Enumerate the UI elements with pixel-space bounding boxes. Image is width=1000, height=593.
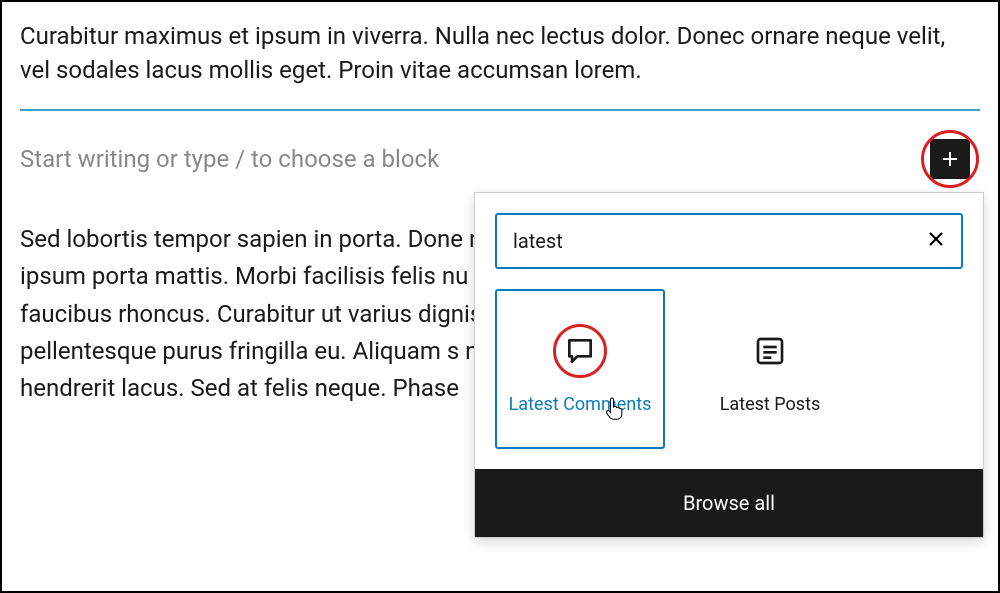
block-icon-wrap xyxy=(740,321,800,381)
browse-all-button[interactable]: Browse all xyxy=(475,469,983,537)
search-box xyxy=(495,213,963,269)
list-icon xyxy=(754,335,786,367)
search-row xyxy=(475,193,983,289)
block-label: Latest Posts xyxy=(720,393,821,416)
block-placeholder[interactable]: Start writing or type / to choose a bloc… xyxy=(20,145,439,173)
block-option-latest-posts[interactable]: Latest Posts xyxy=(685,289,855,449)
comment-icon xyxy=(564,335,596,367)
add-block-button[interactable] xyxy=(930,139,970,179)
empty-block-row: Start writing or type / to choose a bloc… xyxy=(20,111,980,199)
plus-icon xyxy=(938,147,962,171)
block-search-input[interactable] xyxy=(513,229,927,253)
clear-search-button[interactable] xyxy=(927,229,945,254)
block-icon-wrap xyxy=(550,321,610,381)
block-inserter-panel: Latest Comments Latest Posts Browse all xyxy=(474,192,984,538)
add-block-wrap xyxy=(920,129,980,189)
block-results: Latest Comments Latest Posts xyxy=(475,289,983,469)
close-icon xyxy=(927,230,945,248)
block-label: Latest Comments xyxy=(509,393,652,416)
paragraph-block-1[interactable]: Curabitur maximus et ipsum in viverra. N… xyxy=(20,20,980,87)
block-option-latest-comments[interactable]: Latest Comments xyxy=(495,289,665,449)
